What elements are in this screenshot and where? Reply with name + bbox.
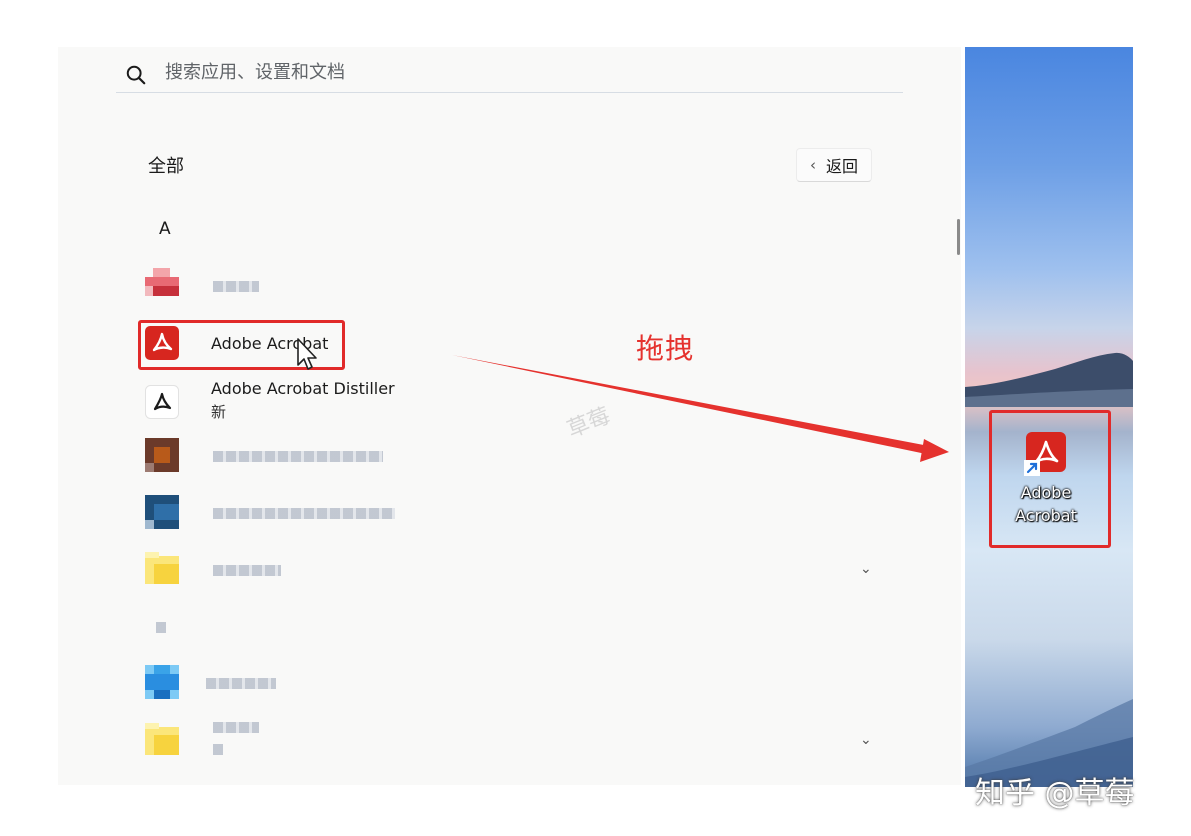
blurred-app-label [213, 722, 259, 733]
blurred-app-label [213, 565, 281, 576]
app-label: Adobe Acrobat Distiller [211, 379, 395, 398]
blurred-app-icon [145, 268, 179, 296]
app-item-blurred-folder-2[interactable]: ⌄ [138, 717, 872, 765]
drag-annotation-label: 拖拽 [636, 332, 695, 365]
blurred-app-icon [145, 438, 179, 472]
app-item-blurred-2[interactable] [138, 432, 858, 480]
blurred-app-label [213, 281, 259, 292]
app-item-adobe-distiller[interactable]: Adobe Acrobat Distiller 新 [138, 375, 858, 435]
chevron-down-icon[interactable]: ⌄ [860, 732, 872, 748]
blurred-app-label [206, 678, 276, 689]
blurred-app-sublabel [213, 744, 223, 755]
highlight-box-desktop [989, 410, 1111, 548]
app-item-blurred-5[interactable] [138, 659, 858, 707]
blurred-app-label [213, 508, 395, 519]
folder-icon [145, 723, 179, 755]
app-item-blurred-4[interactable] [138, 603, 858, 651]
search-box[interactable] [116, 54, 903, 93]
search-input[interactable] [165, 58, 865, 86]
chevron-left-icon: ‹ [809, 156, 816, 174]
mouse-cursor-icon [297, 338, 317, 370]
all-apps-title: 全部 [148, 156, 184, 177]
app-item-blurred-1[interactable] [138, 262, 858, 310]
folder-icon [145, 552, 179, 584]
adobe-distiller-icon [145, 385, 179, 419]
search-icon [126, 65, 146, 85]
chevron-down-icon[interactable]: ⌄ [860, 561, 872, 577]
scrollbar-thumb[interactable] [957, 219, 960, 255]
back-button-label: 返回 [825, 157, 858, 176]
start-menu-panel: 全部 ‹ 返回 A Adobe Acrobat [58, 47, 961, 785]
app-item-blurred-3[interactable] [138, 489, 858, 537]
app-item-blurred-folder-1[interactable]: ⌄ [138, 546, 872, 594]
blurred-app-icon [145, 495, 179, 529]
new-badge: 新 [211, 403, 227, 421]
blurred-app-label [156, 622, 166, 633]
blurred-app-icon [145, 665, 179, 699]
zhihu-watermark: 知乎 @草莓 [975, 776, 1135, 811]
island-silhouette [965, 352, 1133, 407]
back-button[interactable]: ‹ 返回 [796, 148, 872, 182]
letter-group-header[interactable]: A [159, 219, 171, 239]
blurred-app-label [213, 451, 383, 462]
screenshot-stage: 全部 ‹ 返回 A Adobe Acrobat [0, 0, 1191, 836]
